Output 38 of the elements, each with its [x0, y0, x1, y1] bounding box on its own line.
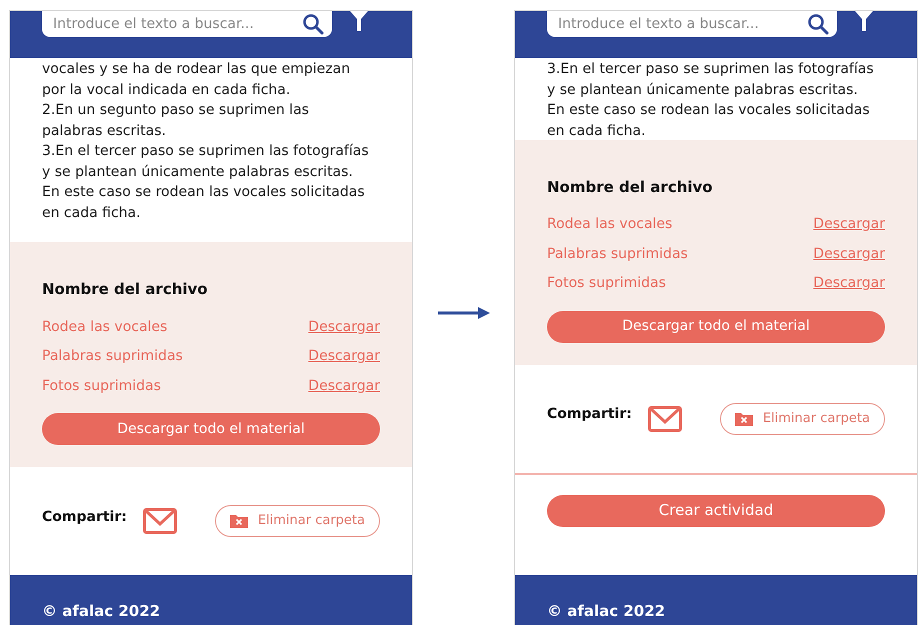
- instruction-text: 2.En un segunto paso se suprimen las palabras escritas.: [42, 101, 310, 140]
- file-name: Fotos suprimidas: [42, 376, 161, 396]
- mail-icon[interactable]: [648, 406, 682, 432]
- download-link[interactable]: Descargar: [813, 273, 885, 294]
- files-title: Nombre del archivo: [42, 279, 209, 300]
- copyright-text: © afalac 2022: [42, 602, 160, 620]
- share-label: Compartir:: [42, 508, 127, 526]
- download-all-button[interactable]: Descargar todo el material: [42, 413, 380, 445]
- files-title: Nombre del archivo: [547, 176, 714, 198]
- delete-folder-button[interactable]: Eliminar carpeta: [214, 505, 380, 537]
- folder-delete-icon: [230, 514, 248, 528]
- filter-icon[interactable]: [350, 11, 368, 31]
- mail-icon[interactable]: [142, 508, 177, 534]
- file-name: Rodea las vocales: [547, 215, 672, 234]
- instruction-text: vocales y se ha de rodear las que empiezan por la vocal indicada en cada ficha.: [42, 60, 352, 100]
- file-name: Rodea las vocales: [42, 318, 168, 337]
- download-link[interactable]: Descargar: [813, 244, 885, 265]
- filter-icon[interactable]: [855, 11, 873, 31]
- share-label: Compartir:: [547, 405, 632, 424]
- download-link[interactable]: Descargar: [308, 346, 380, 368]
- instruction-text: 3.En el tercer paso se suprimen las fotografías y se plantean únicamente palabras escritas. En este caso se rodean las vocales solicitadas en cada ficha.: [42, 142, 370, 222]
- download-link[interactable]: Descargar: [308, 376, 380, 397]
- search-icon[interactable]: [302, 13, 324, 35]
- create-activity-button[interactable]: Crear actividad: [547, 494, 885, 526]
- download-link[interactable]: Descargar: [308, 316, 380, 338]
- search-field[interactable]: Introduce el texto a buscar...: [42, 11, 332, 37]
- download-link[interactable]: Descargar: [813, 214, 885, 236]
- file-name: Fotos suprimidas: [547, 274, 666, 294]
- search-field[interactable]: Introduce el texto a buscar...: [547, 11, 837, 37]
- folder-delete-icon: [734, 412, 753, 426]
- instruction-text: 3.En el tercer paso se suprimen las fotografías y se plantean únicamente palabras escritas. En este caso se rodean las vocales solicitadas en cada ficha.: [547, 60, 875, 140]
- search-icon[interactable]: [807, 13, 829, 35]
- delete-folder-button[interactable]: Eliminar carpeta: [720, 402, 885, 434]
- file-name: Palabras suprimidas: [547, 244, 688, 264]
- download-all-button[interactable]: Descargar todo el material: [547, 310, 885, 342]
- file-name: Palabras suprimidas: [42, 347, 183, 366]
- arrow-icon: [438, 306, 490, 320]
- copyright-text: © afalac 2022: [547, 602, 666, 620]
